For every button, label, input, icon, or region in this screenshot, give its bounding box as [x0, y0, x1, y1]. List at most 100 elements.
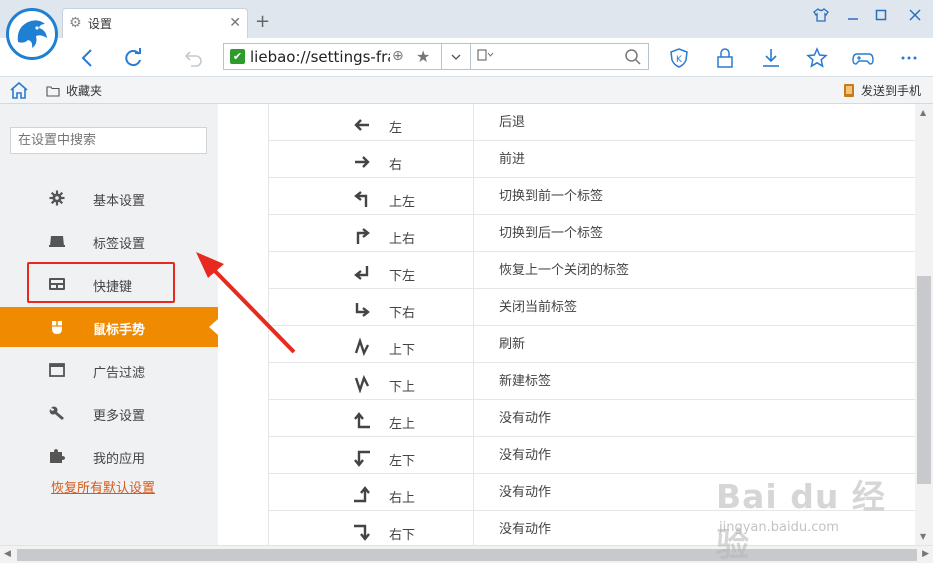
horizontal-scrollbar[interactable]: ◀ ▶: [0, 545, 933, 563]
sidebar-item-label: 广告过滤: [93, 366, 146, 381]
browser-logo[interactable]: [6, 8, 58, 60]
secure-icon: ✔: [230, 49, 245, 64]
column-divider: [473, 400, 474, 436]
column-divider: [473, 141, 474, 177]
table-row[interactable]: 左 后退: [268, 104, 915, 141]
sidebar-item-label: 鼠标手势: [93, 323, 146, 338]
maximize-button[interactable]: [867, 4, 895, 26]
column-divider: [473, 178, 474, 214]
gesture-down-left-arrow-icon: [354, 266, 369, 280]
close-window-button[interactable]: [901, 4, 929, 26]
shield-k-icon[interactable]: K: [665, 44, 693, 72]
search-box[interactable]: [471, 43, 649, 70]
lock-icon[interactable]: [711, 44, 739, 72]
minimize-button[interactable]: [839, 4, 867, 26]
gesture-action[interactable]: 恢复上一个关闭的标签: [499, 259, 629, 278]
compass-icon[interactable]: ⊕: [392, 48, 404, 64]
favorites-star-icon[interactable]: [803, 44, 831, 72]
gesture-direction: 右下: [389, 528, 416, 543]
column-divider: [473, 104, 474, 140]
gesture-left-up-arrow-icon: [354, 412, 370, 429]
scroll-left-arrow[interactable]: ◀: [4, 549, 11, 559]
table-row[interactable]: 左上 没有动作: [268, 400, 915, 437]
new-tab-button[interactable]: +: [255, 13, 270, 31]
table-row[interactable]: 上右 切换到后一个标签: [268, 215, 915, 252]
table-row[interactable]: 左下 没有动作: [268, 437, 915, 474]
gesture-action[interactable]: 切换到后一个标签: [499, 222, 603, 241]
back-button[interactable]: [74, 44, 102, 72]
table-row[interactable]: 上左 切换到前一个标签: [268, 178, 915, 215]
gesture-action[interactable]: 切换到前一个标签: [499, 185, 603, 204]
gesture-action[interactable]: 前进: [499, 148, 525, 167]
sidebar-item-tabs[interactable]: 标签设置: [0, 221, 218, 261]
table-row[interactable]: 右 前进: [268, 141, 915, 178]
vertical-scroll-thumb[interactable]: [917, 276, 931, 484]
scroll-up-arrow[interactable]: ▲: [920, 108, 926, 117]
sidebar-item-ad-filter[interactable]: 广告过滤: [0, 350, 218, 390]
gesture-action[interactable]: 后退: [499, 111, 525, 130]
tab-title: 设置: [88, 17, 113, 31]
mouse-icon: [52, 321, 62, 334]
table-row[interactable]: 下上 新建标签: [268, 363, 915, 400]
undo-close-button[interactable]: [180, 44, 208, 72]
sidebar-item-mouse-gestures[interactable]: 鼠标手势: [0, 307, 218, 347]
send-to-phone-button[interactable]: 发送到手机: [843, 82, 921, 99]
gesture-action[interactable]: 没有动作: [499, 481, 551, 500]
gesture-left-arrow-icon: [354, 119, 369, 131]
gesture-action[interactable]: 没有动作: [499, 407, 551, 426]
search-engine-icon[interactable]: [477, 49, 495, 64]
gesture-down-up-arrow-icon: [354, 375, 370, 393]
bookmark-star-icon[interactable]: ★: [416, 47, 430, 66]
folder-icon: [46, 85, 60, 97]
gesture-up-down-arrow-icon: [354, 338, 370, 356]
sidebar-item-basic[interactable]: 基本设置: [0, 178, 218, 218]
more-menu-icon[interactable]: [895, 44, 923, 72]
gesture-direction: 右上: [389, 491, 416, 506]
address-bar[interactable]: ✔ liebao://settings-fra ⊕ ★: [223, 43, 441, 70]
scroll-down-arrow[interactable]: ▼: [920, 532, 926, 541]
table-row[interactable]: 右下 没有动作: [268, 511, 915, 545]
toolbar: ✔ liebao://settings-fra ⊕ ★ K: [0, 38, 933, 77]
gesture-settings-panel: 左 后退右 前进上左 切换到前一个标签上右 切换到后一个标签下左 恢复上一个关闭的标签 下右…: [218, 104, 915, 545]
download-icon[interactable]: [757, 44, 785, 72]
gesture-action[interactable]: 关闭当前标签: [499, 296, 577, 315]
sidebar-item-more[interactable]: 更多设置: [0, 393, 218, 433]
column-divider: [473, 252, 474, 288]
gesture-direction: 上右: [389, 232, 416, 247]
gesture-direction: 左下: [389, 454, 416, 469]
gesture-left-down-arrow-icon: [354, 450, 370, 467]
wrench-icon: [49, 406, 64, 420]
scroll-right-arrow[interactable]: ▶: [922, 549, 929, 559]
column-divider: [473, 511, 474, 545]
table-row[interactable]: 右上 没有动作: [268, 474, 915, 511]
tab-settings[interactable]: ⚙ 设置 ✕: [62, 8, 248, 38]
address-dropdown-button[interactable]: [441, 43, 471, 70]
send-to-phone-label: 发送到手机: [860, 84, 921, 98]
search-icon[interactable]: [624, 48, 642, 70]
column-divider: [473, 289, 474, 325]
gesture-action[interactable]: 刷新: [499, 333, 525, 352]
tab-close-icon[interactable]: ✕: [229, 15, 241, 31]
table-row[interactable]: 下左 恢复上一个关闭的标签: [268, 252, 915, 289]
gesture-action[interactable]: 没有动作: [499, 444, 551, 463]
table-row[interactable]: 下右 关闭当前标签: [268, 289, 915, 326]
favorites-folder[interactable]: 收藏夹: [46, 82, 102, 99]
horizontal-scroll-thumb[interactable]: [17, 549, 917, 561]
gesture-action[interactable]: 没有动作: [499, 518, 551, 537]
refresh-button[interactable]: [119, 44, 147, 72]
gesture-action[interactable]: 新建标签: [499, 370, 551, 389]
column-divider: [473, 215, 474, 251]
vertical-scrollbar[interactable]: ▲ ▼: [915, 104, 933, 545]
restore-defaults-link[interactable]: 恢复所有默认设置: [51, 477, 155, 496]
sidebar-item-shortcuts[interactable]: 快捷键: [0, 264, 218, 304]
tab-icon: [49, 236, 65, 247]
gesture-up-left-arrow-icon: [354, 191, 368, 207]
home-icon[interactable]: [9, 80, 29, 104]
sidebar-item-my-apps[interactable]: 我的应用: [0, 436, 218, 476]
gesture-direction: 上左: [389, 195, 416, 210]
settings-search-input[interactable]: [10, 127, 207, 154]
table-row[interactable]: 上下 刷新: [268, 326, 915, 363]
skin-shirt-icon[interactable]: [807, 4, 835, 26]
gamepad-icon[interactable]: [849, 44, 877, 72]
gesture-direction: 上下: [389, 343, 416, 358]
